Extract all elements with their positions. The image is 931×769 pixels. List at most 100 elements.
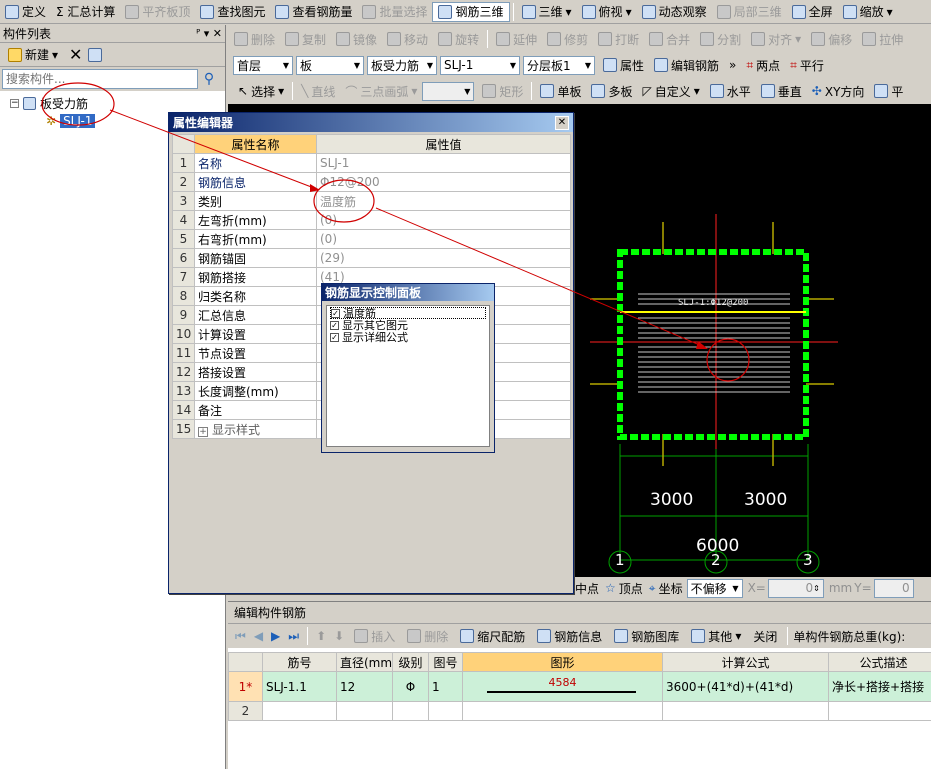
- expand-icon[interactable]: +: [198, 426, 208, 437]
- rebar-3d-button[interactable]: 钢筋三维: [432, 1, 510, 22]
- table-row[interactable]: 2: [228, 701, 931, 721]
- last-icon[interactable]: ⏭: [285, 629, 302, 644]
- more-chevron-icon[interactable]: »: [724, 55, 741, 75]
- control-panel-list: ✓ 温度筋 ✓ 显示其它图元 ✓ 显示详细公式: [326, 305, 490, 447]
- single-slab-button[interactable]: 单板: [535, 81, 586, 101]
- close-icon[interactable]: ✕: [555, 115, 569, 130]
- stretch-button[interactable]: 拉伸: [857, 29, 908, 49]
- dialog-title-bar[interactable]: 属性编辑器 ✕: [169, 113, 573, 132]
- offset-select[interactable]: 不偏移 ▼: [686, 578, 743, 598]
- extend-button[interactable]: 延伸: [491, 29, 542, 49]
- scale-rebar-button[interactable]: 缩尺配筋: [455, 626, 530, 646]
- subtype-select[interactable]: 板受力筋 ▼: [367, 55, 437, 75]
- mirror-button[interactable]: 镜像: [331, 29, 382, 49]
- x-input[interactable]: 0 ⇕: [767, 578, 824, 598]
- 3d-button[interactable]: 三维 ▾: [517, 2, 577, 22]
- property-row[interactable]: 5 右弯折(mm) (0): [172, 229, 571, 249]
- trim-button[interactable]: 修剪: [542, 29, 593, 49]
- property-row[interactable]: 4 左弯折(mm) (0): [172, 210, 571, 230]
- top-view-button[interactable]: 俯视 ▾: [577, 2, 637, 22]
- batch-select-button[interactable]: 批量选择: [357, 2, 432, 22]
- dynamic-observe-button[interactable]: 动态观察: [637, 2, 712, 22]
- checkbox-show-other[interactable]: ✓ 显示其它图元: [330, 319, 486, 331]
- floor-select[interactable]: 首层 ▼: [233, 55, 293, 75]
- blank-select[interactable]: ▼: [422, 81, 475, 101]
- new-button[interactable]: 新建 ▾: [3, 45, 63, 65]
- search-input[interactable]: [2, 69, 198, 89]
- summary-calc-button[interactable]: Σ 汇总计算: [51, 2, 120, 22]
- horizontal-button[interactable]: 水平: [705, 81, 756, 101]
- tree-root[interactable]: − 板受力筋: [10, 94, 225, 112]
- zoom-button[interactable]: 缩放 ▾: [838, 2, 898, 22]
- other-button[interactable]: 其他 ▾: [686, 626, 746, 646]
- name-select[interactable]: SLJ-1 ▼: [440, 55, 520, 75]
- insert-button[interactable]: 插入: [349, 626, 400, 646]
- copy-icon: [285, 32, 300, 46]
- panel-controls[interactable]: ᴾ ▾ ✕: [196, 27, 222, 40]
- copy-icon[interactable]: [88, 47, 103, 62]
- corner-cell: [228, 652, 263, 672]
- two-point-button[interactable]: ⌗ 两点: [741, 55, 785, 75]
- y-input[interactable]: 0: [873, 578, 914, 598]
- rebar-shape-line: [487, 691, 636, 693]
- close-button[interactable]: 关闭: [748, 626, 782, 646]
- edit-rebar-button[interactable]: 编辑钢筋: [649, 55, 724, 75]
- move-button[interactable]: 移动: [382, 29, 433, 49]
- rect-button[interactable]: 矩形: [477, 81, 528, 101]
- copy-button[interactable]: 复制: [280, 29, 331, 49]
- vertex-button[interactable]: ☆ 顶点: [603, 578, 645, 598]
- checkbox-temperature-rebar[interactable]: ✓ 温度筋: [330, 307, 486, 319]
- prev-icon[interactable]: ◀: [251, 629, 266, 643]
- delete-icon[interactable]: ✕: [69, 45, 82, 64]
- midpoint-button[interactable]: 中点: [573, 578, 601, 598]
- control-panel-title[interactable]: 钢筋显示控制面板: [322, 284, 494, 301]
- split-button[interactable]: 分割: [695, 29, 746, 49]
- rebar-info-button[interactable]: 钢筋信息: [532, 626, 607, 646]
- down-icon[interactable]: ⬇: [331, 629, 347, 643]
- coordinate-button[interactable]: ⌖ 坐标: [647, 578, 685, 598]
- multi-slab-icon: [591, 84, 606, 98]
- delete-row-button[interactable]: 删除: [402, 626, 453, 646]
- fullscreen-button[interactable]: 全屏: [787, 2, 838, 22]
- parallel-slab-button[interactable]: 平: [869, 81, 908, 101]
- line-button[interactable]: ╲ 直线: [296, 81, 340, 101]
- local-3d-button[interactable]: 局部三维: [712, 2, 787, 22]
- define-button[interactable]: 定义: [0, 2, 51, 22]
- multi-slab-button[interactable]: 多板: [586, 81, 637, 101]
- delete-button[interactable]: 删除: [229, 29, 280, 49]
- collapse-icon[interactable]: −: [10, 98, 19, 108]
- next-icon[interactable]: ▶: [268, 629, 283, 643]
- custom-button[interactable]: ◸ 自定义 ▾: [637, 81, 704, 101]
- type-select[interactable]: 板 ▼: [296, 55, 364, 75]
- vertical-button[interactable]: 垂直: [756, 81, 807, 101]
- break-button[interactable]: 打断: [593, 29, 644, 49]
- first-icon[interactable]: ⏮: [232, 629, 249, 644]
- property-row[interactable]: 3 类别 温度筋: [172, 191, 571, 211]
- xy-direction-button[interactable]: ✣ XY方向: [807, 81, 870, 101]
- offset-button[interactable]: 偏移: [806, 29, 857, 49]
- shape-cell[interactable]: 4584: [462, 671, 663, 702]
- property-row[interactable]: 2 钢筋信息 Φ12@200: [172, 172, 571, 192]
- select-button[interactable]: ↖ 选择 ▾: [233, 81, 289, 101]
- view-rebar-qty-button[interactable]: 查看钢筋量: [270, 2, 357, 22]
- property-button[interactable]: 属性: [598, 55, 649, 75]
- merge-button[interactable]: 合并: [644, 29, 695, 49]
- align-slab-top-button[interactable]: 平齐板顶: [120, 2, 195, 22]
- table-row[interactable]: 1* SLJ-1.1 12 Φ 1 4584 3600+(41*d)+(41*d…: [228, 671, 931, 702]
- insert-icon: [354, 629, 369, 643]
- rotate-button[interactable]: 旋转: [433, 29, 484, 49]
- property-row[interactable]: 1 名称 SLJ-1: [172, 153, 571, 173]
- layer-select[interactable]: 分层板1 ▼: [523, 55, 595, 75]
- rebar-library-button[interactable]: 钢筋图库: [609, 626, 684, 646]
- selector-toolbar: 首层 ▼ 板 ▼ 板受力筋 ▼ SLJ-1 ▼ 分层板1 ▼ 属性 编辑钢筋 » ⌗ 两点 …: [233, 53, 931, 77]
- checkbox-show-formula[interactable]: ✓ 显示详细公式: [330, 331, 486, 343]
- property-row[interactable]: 6 钢筋锚固 (29): [172, 248, 571, 268]
- merge-icon: [649, 32, 664, 46]
- arc-button[interactable]: ⌒ 三点画弧 ▾: [340, 81, 422, 101]
- parallel-button[interactable]: ⌗ 平行: [785, 55, 829, 75]
- align-button[interactable]: 对齐 ▾: [746, 29, 806, 49]
- rebar-label: SLJ-1:Φ12@200: [678, 298, 749, 308]
- search-icon[interactable]: ⚲: [198, 69, 220, 89]
- up-icon[interactable]: ⬆: [313, 629, 329, 643]
- find-element-button[interactable]: 查找图元: [195, 2, 270, 22]
